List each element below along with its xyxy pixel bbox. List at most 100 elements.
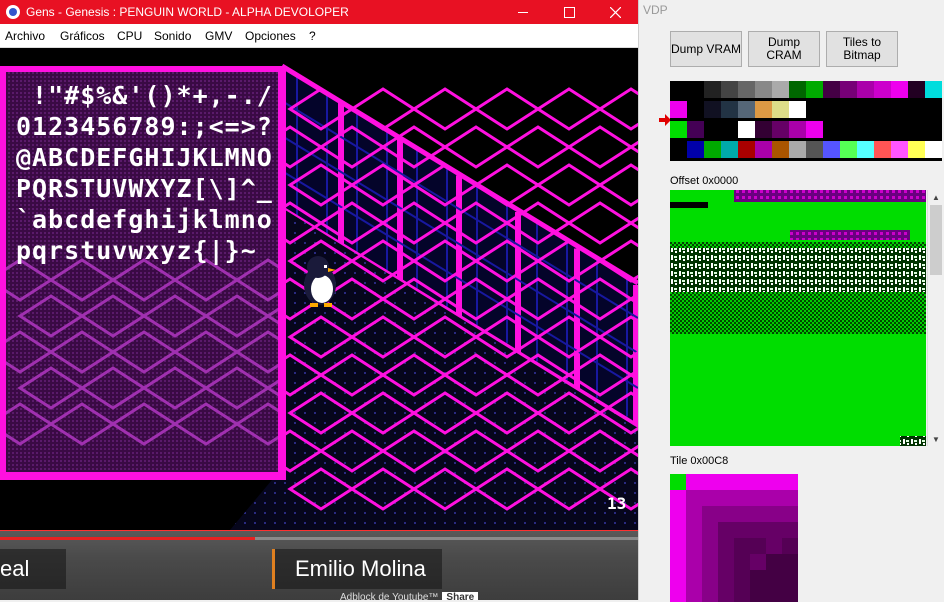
palette-swatch[interactable] bbox=[823, 101, 840, 118]
cram-palette[interactable] bbox=[670, 81, 942, 161]
palette-swatch[interactable] bbox=[806, 81, 823, 98]
palette-swatch[interactable] bbox=[721, 101, 738, 118]
palette-swatch[interactable] bbox=[925, 121, 942, 138]
palette-swatch[interactable] bbox=[806, 101, 823, 118]
palette-swatch[interactable] bbox=[874, 121, 891, 138]
menu-opciones[interactable]: Opciones bbox=[245, 28, 296, 44]
palette-swatch[interactable] bbox=[806, 141, 823, 158]
vram-scrollbar[interactable]: ▲ ▼ bbox=[927, 190, 944, 446]
scroll-thumb[interactable] bbox=[930, 205, 942, 275]
video-chip-left[interactable]: eal bbox=[0, 549, 66, 589]
palette-swatch[interactable] bbox=[823, 81, 840, 98]
palette-swatch[interactable] bbox=[687, 121, 704, 138]
palette-swatch[interactable] bbox=[857, 101, 874, 118]
scroll-down-icon[interactable]: ▼ bbox=[928, 432, 944, 446]
palette-swatch[interactable] bbox=[670, 121, 687, 138]
palette-swatch[interactable] bbox=[908, 101, 925, 118]
palette-swatch[interactable] bbox=[891, 101, 908, 118]
palette-swatch[interactable] bbox=[840, 101, 857, 118]
floor-tile bbox=[597, 163, 638, 207]
palette-swatch[interactable] bbox=[755, 121, 772, 138]
title-bar[interactable]: Gens - Genesis : PENGUIN WORLD - ALPHA D… bbox=[0, 0, 638, 24]
palette-swatch[interactable] bbox=[891, 141, 908, 158]
palette-swatch[interactable] bbox=[704, 101, 721, 118]
menu-sonido[interactable]: Sonido bbox=[154, 28, 191, 44]
share-button[interactable]: Share bbox=[442, 592, 479, 600]
window-bottom-border bbox=[0, 530, 638, 531]
maximize-button[interactable] bbox=[546, 0, 592, 24]
palette-swatch[interactable] bbox=[704, 81, 721, 98]
palette-swatch[interactable] bbox=[806, 121, 823, 138]
palette-swatch[interactable] bbox=[789, 121, 806, 138]
palette-swatch[interactable] bbox=[925, 101, 942, 118]
palette-swatch[interactable] bbox=[789, 101, 806, 118]
tile-pixel-block bbox=[670, 474, 686, 490]
palette-swatch[interactable] bbox=[704, 121, 721, 138]
palette-swatch[interactable] bbox=[772, 121, 789, 138]
palette-swatch[interactable] bbox=[687, 81, 704, 98]
palette-swatch[interactable] bbox=[670, 141, 687, 158]
menu-graficos[interactable]: Gráficos bbox=[60, 28, 105, 44]
palette-swatch[interactable] bbox=[670, 101, 687, 118]
menu-archivo[interactable]: Archivo bbox=[5, 28, 45, 44]
palette-swatch[interactable] bbox=[738, 121, 755, 138]
dump-vram-button[interactable]: Dump VRAM bbox=[670, 31, 742, 67]
palette-swatch[interactable] bbox=[704, 141, 721, 158]
palette-swatch[interactable] bbox=[789, 81, 806, 98]
minimize-button[interactable] bbox=[500, 0, 546, 24]
video-progress-bar[interactable] bbox=[0, 537, 638, 540]
palette-swatch[interactable] bbox=[823, 121, 840, 138]
palette-swatch[interactable] bbox=[823, 141, 840, 158]
palette-swatch[interactable] bbox=[857, 121, 874, 138]
palette-swatch[interactable] bbox=[840, 141, 857, 158]
tiles-to-bitmap-button[interactable]: Tiles to Bitmap bbox=[826, 31, 898, 67]
floor-tile bbox=[628, 216, 638, 230]
tile-pixel-block bbox=[686, 474, 798, 490]
vram-tile-viewer[interactable] bbox=[670, 190, 926, 446]
palette-swatch[interactable] bbox=[738, 141, 755, 158]
palette-swatch[interactable] bbox=[891, 81, 908, 98]
close-button[interactable] bbox=[592, 0, 638, 24]
palette-swatch[interactable] bbox=[891, 121, 908, 138]
dump-cram-button[interactable]: Dump CRAM bbox=[748, 31, 820, 67]
palette-swatch[interactable] bbox=[874, 141, 891, 158]
menu-cpu[interactable]: CPU bbox=[117, 28, 142, 44]
palette-swatch[interactable] bbox=[908, 141, 925, 158]
palette-swatch[interactable] bbox=[857, 81, 874, 98]
palette-swatch[interactable] bbox=[908, 81, 925, 98]
palette-swatch[interactable] bbox=[687, 101, 704, 118]
palette-swatch[interactable] bbox=[925, 141, 942, 158]
palette-swatch[interactable] bbox=[840, 81, 857, 98]
scroll-up-icon[interactable]: ▲ bbox=[928, 190, 944, 204]
palette-swatch[interactable] bbox=[738, 81, 755, 98]
game-screen[interactable]: !"#$%&'()*+,-./ 0123456789:;<=>? @ABCDEF… bbox=[0, 48, 638, 530]
palette-swatch[interactable] bbox=[738, 101, 755, 118]
palette-swatch[interactable] bbox=[772, 101, 789, 118]
palette-swatch[interactable] bbox=[857, 141, 874, 158]
palette-swatch[interactable] bbox=[755, 141, 772, 158]
palette-swatch[interactable] bbox=[721, 141, 738, 158]
font-row: !"#$%&'()*+,-./ bbox=[16, 81, 273, 110]
palette-swatch[interactable] bbox=[687, 141, 704, 158]
tile-pixel-block bbox=[766, 538, 782, 554]
palette-swatch[interactable] bbox=[755, 81, 772, 98]
palette-swatch[interactable] bbox=[874, 101, 891, 118]
palette-swatch[interactable] bbox=[755, 101, 772, 118]
palette-swatch[interactable] bbox=[874, 81, 891, 98]
palette-swatch[interactable] bbox=[789, 141, 806, 158]
palette-swatch[interactable] bbox=[772, 81, 789, 98]
tile-label: Tile 0x00C8 bbox=[670, 455, 729, 467]
palette-swatch[interactable] bbox=[925, 81, 942, 98]
adblock-notice: Adblock de Youtube™ Share bbox=[340, 592, 479, 600]
palette-swatch[interactable] bbox=[721, 81, 738, 98]
tile-pixel-block bbox=[750, 554, 766, 570]
menu-help[interactable]: ? bbox=[309, 28, 316, 44]
menu-gmv[interactable]: GMV bbox=[205, 28, 232, 44]
video-chip-right[interactable]: Emilio Molina bbox=[272, 549, 442, 589]
palette-swatch[interactable] bbox=[908, 121, 925, 138]
palette-swatch[interactable] bbox=[670, 81, 687, 98]
palette-swatch[interactable] bbox=[721, 121, 738, 138]
palette-swatch[interactable] bbox=[840, 121, 857, 138]
dump-vram-label: Dump VRAM bbox=[671, 41, 742, 56]
palette-swatch[interactable] bbox=[772, 141, 789, 158]
